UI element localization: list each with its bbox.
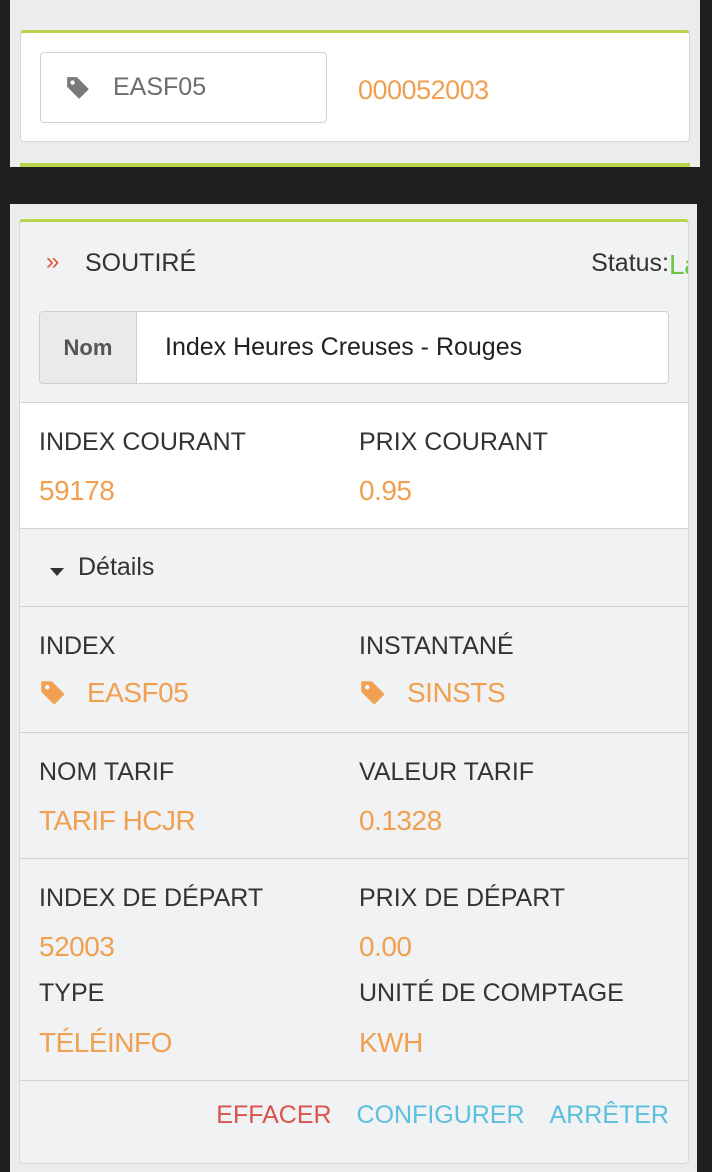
- status: Status: Lancé: [591, 249, 688, 280]
- instantane-value: SINSTS: [407, 677, 506, 708]
- prix-depart-value: 0.00: [359, 931, 412, 962]
- tag-input[interactable]: EASF05: [40, 52, 327, 123]
- card-footer: EFFACER CONFIGURER ARRÊTER: [20, 1080, 688, 1163]
- depart-section: INDEX DE DÉPART 52003 PRIX DE DÉPART 0.0…: [20, 858, 688, 1080]
- nom-tarif-value: TARIF HCJR: [39, 805, 196, 836]
- tag-icon: [67, 76, 89, 99]
- index-tag: EASF05: [39, 677, 189, 709]
- current-section: INDEX COURANT 59178 PRIX COURANT 0.95: [20, 402, 688, 528]
- tag-icon: [41, 681, 65, 705]
- arreter-button[interactable]: ARRÊTER: [550, 1101, 669, 1129]
- instantane-tag: SINSTS: [359, 677, 506, 709]
- caret-down-icon: [50, 568, 64, 576]
- prix-courant-label: PRIX COURANT: [359, 428, 548, 456]
- index-depart-label: INDEX DE DÉPART: [39, 884, 264, 912]
- top-panel: EASF05 000052003: [10, 0, 700, 167]
- top-card: EASF05 000052003: [20, 30, 690, 142]
- details-label: Détails: [78, 553, 155, 581]
- nom-tarif-label: NOM TARIF: [39, 758, 175, 786]
- tag-input-value: EASF05: [113, 73, 207, 101]
- card-header: » SOUTIRÉ Status: Lancé: [20, 222, 688, 306]
- nom-value[interactable]: Index Heures Creuses - Rouges: [137, 312, 522, 383]
- prix-depart-label: PRIX DE DÉPART: [359, 884, 566, 912]
- nom-label: Nom: [40, 312, 137, 383]
- unite-value: KWH: [359, 1027, 423, 1058]
- valeur-tarif-value: 0.1328: [359, 805, 442, 836]
- nom-field[interactable]: Nom Index Heures Creuses - Rouges: [39, 311, 669, 384]
- index-depart-value: 52003: [39, 931, 115, 962]
- action-buttons: EFFACER CONFIGURER ARRÊTER: [198, 1101, 669, 1130]
- status-value: Lancé: [669, 249, 688, 280]
- type-label: TYPE: [39, 979, 105, 1007]
- index-section: INDEX EASF05 INSTANTANÉ SINSTS: [20, 606, 688, 732]
- tag-icon: [361, 681, 385, 705]
- status-label: Status:: [591, 249, 669, 277]
- index-label: INDEX: [39, 632, 116, 660]
- tarif-section: NOM TARIF TARIF HCJR VALEUR TARIF 0.1328: [20, 732, 688, 858]
- details-toggle[interactable]: Détails: [20, 528, 688, 606]
- card-title: SOUTIRÉ: [85, 249, 197, 277]
- index-courant-label: INDEX COURANT: [39, 428, 246, 456]
- index-value: EASF05: [87, 677, 189, 708]
- configurer-button[interactable]: CONFIGURER: [357, 1101, 525, 1129]
- meter-card: » SOUTIRÉ Status: Lancé Nom Index Heures…: [19, 219, 689, 1164]
- main-panel: » SOUTIRÉ Status: Lancé Nom Index Heures…: [10, 204, 697, 1172]
- prix-courant-value: 0.95: [359, 475, 412, 506]
- next-card-edge: [20, 163, 690, 167]
- type-value: TÉLÉINFO: [39, 1027, 172, 1058]
- unite-label: UNITÉ DE COMPTAGE: [359, 979, 624, 1007]
- top-card-number: 000052003: [358, 75, 489, 105]
- double-chevron-right-icon: »: [46, 248, 60, 275]
- effacer-button[interactable]: EFFACER: [216, 1101, 331, 1129]
- instantane-label: INSTANTANÉ: [359, 632, 514, 660]
- index-courant-value: 59178: [39, 475, 115, 506]
- valeur-tarif-label: VALEUR TARIF: [359, 758, 535, 786]
